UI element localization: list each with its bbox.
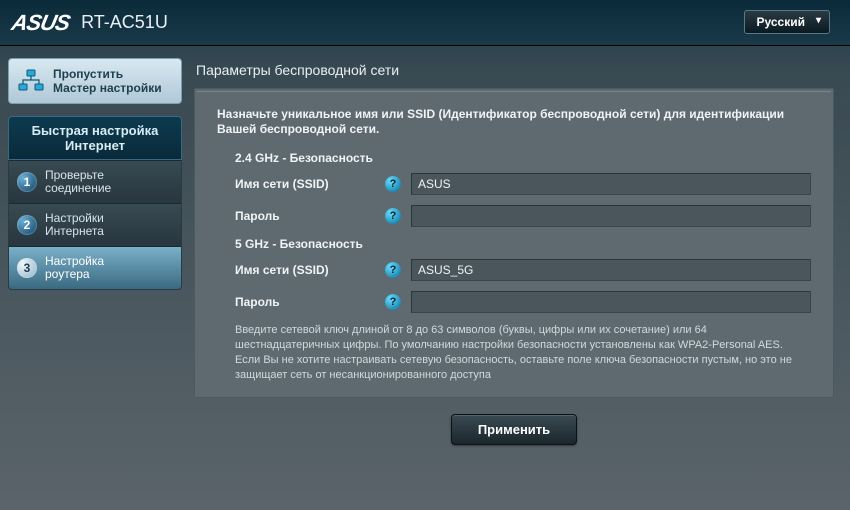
password-5-input[interactable]	[411, 291, 811, 313]
help-icon[interactable]: ?	[385, 176, 401, 192]
step-internet-settings[interactable]: 2 Настройки Интернета	[9, 203, 181, 246]
skip-wizard-label: Пропустить Мастер настройки	[53, 67, 162, 95]
model-name: RT-AC51U	[81, 12, 168, 33]
step-check-connection[interactable]: 1 Проверьте соединение	[9, 160, 181, 203]
apply-button[interactable]: Применить	[451, 414, 577, 445]
wireless-settings-panel: Назначьте уникальное имя или SSID (Идент…	[194, 88, 834, 398]
qis-title: Быстрая настройка Интернет	[8, 116, 182, 160]
page-body: Пропустить Мастер настройки Быстрая наст…	[0, 46, 850, 510]
help-icon[interactable]: ?	[385, 262, 401, 278]
panel-title: Параметры беспроводной сети	[196, 62, 834, 78]
help-icon[interactable]: ?	[385, 208, 401, 224]
apply-row: Применить	[194, 414, 834, 445]
password-24-input[interactable]	[411, 205, 811, 227]
section-24ghz-title: 2.4 GHz - Безопасность	[235, 151, 811, 165]
main-content: Параметры беспроводной сети Назначьте ун…	[190, 46, 850, 510]
top-bar: ASUS RT-AC51U Русский	[0, 0, 850, 46]
row-password-24: Пароль ?	[235, 205, 811, 227]
ssid-5-input[interactable]	[411, 259, 811, 281]
network-icon	[17, 69, 45, 93]
row-ssid-24: Имя сети (SSID) ?	[235, 173, 811, 195]
security-hint: Введите сетевой ключ длиной от 8 до 63 с…	[235, 323, 811, 383]
language-select[interactable]: Русский	[744, 10, 831, 34]
label-ssid: Имя сети (SSID)	[235, 263, 385, 277]
section-5ghz-title: 5 GHz - Безопасность	[235, 237, 811, 251]
label-password: Пароль	[235, 209, 385, 223]
label-ssid: Имя сети (SSID)	[235, 177, 385, 191]
step-number-badge: 3	[17, 258, 37, 278]
step-label: Настройки Интернета	[45, 212, 104, 238]
step-label: Настройка роутера	[45, 255, 104, 281]
help-icon[interactable]: ?	[385, 294, 401, 310]
step-number-badge: 1	[17, 172, 37, 192]
skip-wizard-button[interactable]: Пропустить Мастер настройки	[8, 58, 182, 104]
wizard-steps: 1 Проверьте соединение 2 Настройки Интер…	[8, 160, 182, 290]
step-number-badge: 2	[17, 215, 37, 235]
panel-intro: Назначьте уникальное имя или SSID (Идент…	[217, 107, 811, 137]
label-password: Пароль	[235, 295, 385, 309]
sidebar: Пропустить Мастер настройки Быстрая наст…	[0, 46, 190, 510]
step-router-setup[interactable]: 3 Настройка роутера	[9, 246, 181, 289]
step-label: Проверьте соединение	[45, 169, 111, 195]
brand-logo: ASUS	[9, 10, 72, 36]
row-ssid-5: Имя сети (SSID) ?	[235, 259, 811, 281]
ssid-24-input[interactable]	[411, 173, 811, 195]
row-password-5: Пароль ?	[235, 291, 811, 313]
